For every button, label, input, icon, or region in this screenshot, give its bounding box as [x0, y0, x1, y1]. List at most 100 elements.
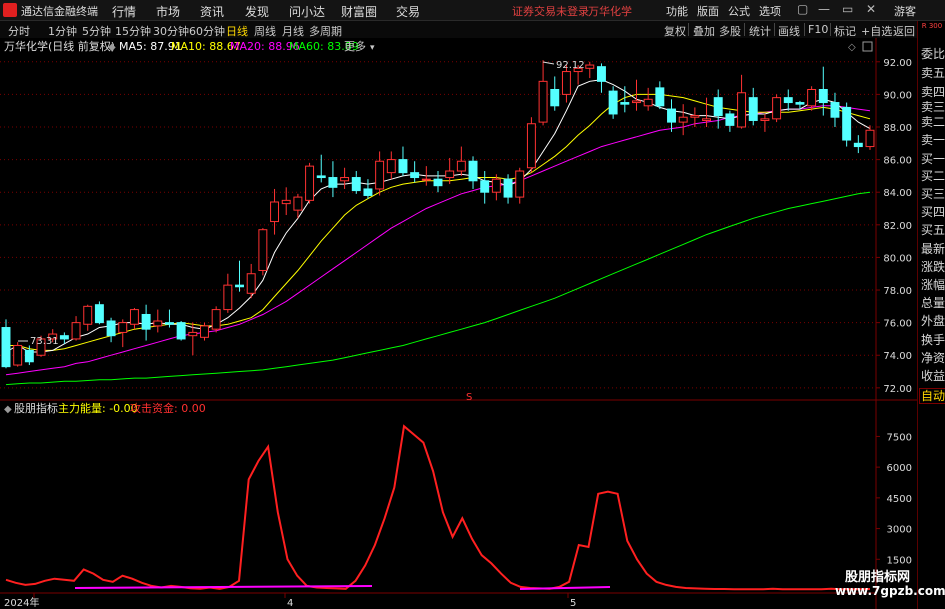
candle-body-down — [480, 180, 490, 193]
menu-quotes[interactable]: 行情 — [112, 3, 136, 20]
period-tab-daily[interactable]: 日线 — [226, 23, 248, 39]
side-item-ask4[interactable]: 卖四 — [921, 85, 945, 99]
side-item-bid-ratio[interactable]: 委比 — [921, 47, 945, 61]
side-item-ask3[interactable]: 卖三 — [921, 100, 945, 114]
close-icon[interactable]: ✕ — [866, 2, 876, 16]
candle-body-down — [596, 66, 606, 82]
candle-body-down — [176, 322, 186, 340]
candle-body-down — [363, 188, 373, 196]
side-item-bid1[interactable]: 买一 — [921, 152, 945, 166]
side-item-change-pct[interactable]: 涨幅 — [921, 278, 945, 292]
candle-body-down — [818, 88, 828, 104]
add-watchlist-button[interactable]: +自选 — [861, 23, 892, 39]
statistics-button[interactable]: 统计 — [749, 23, 771, 39]
current-stock-name: 万华化学 — [588, 5, 632, 18]
candle-body-down — [94, 304, 104, 324]
stock-title: 万华化学(日线 前复权) — [4, 39, 115, 53]
candle-body-up — [445, 170, 455, 179]
candle-body-up — [421, 178, 431, 181]
menu-market[interactable]: 市场 — [156, 3, 180, 20]
login-status[interactable]: 证券交易未登录 — [512, 3, 589, 19]
chevron-down-icon[interactable]: ▾ — [370, 43, 375, 53]
gear-icon[interactable]: ◆ — [108, 42, 116, 53]
guest-label[interactable]: 游客 — [894, 3, 916, 19]
candle-body-down — [667, 108, 676, 123]
draw-line-button[interactable]: 画线 — [778, 23, 800, 39]
side-item-outer[interactable]: 外盘 — [921, 314, 945, 328]
period-tab-weekly[interactable]: 周线 — [254, 23, 276, 39]
menu-options[interactable]: 选项 — [759, 3, 781, 19]
candle-body-down — [748, 97, 758, 121]
multi-stock-button[interactable]: 多股 — [719, 23, 741, 39]
side-item-bid2[interactable]: 买二 — [921, 169, 945, 183]
candle-body-up — [585, 64, 595, 69]
side-item-turnover[interactable]: 换手 — [921, 333, 945, 347]
candle-body-up — [456, 160, 466, 172]
chart-area[interactable]: 万华化学(日线 前复权) ◆ MA5: 87.91 MA10: 88.67 MA… — [0, 38, 917, 609]
more-button[interactable]: 更多 — [344, 39, 366, 53]
candle-body-down — [620, 102, 630, 105]
price-tick-label: 76.00 — [883, 319, 912, 330]
indicator-settings-icon[interactable]: ◆ — [4, 404, 12, 415]
side-item-earnings[interactable]: 收益 — [921, 369, 945, 383]
side-item-bid3[interactable]: 买三 — [921, 187, 945, 201]
candle-body-up — [515, 170, 525, 198]
diamond-icon[interactable]: ◇ — [848, 42, 856, 53]
period-tab-5min[interactable]: 5分钟 — [82, 23, 111, 39]
period-tab-monthly[interactable]: 月线 — [282, 23, 304, 39]
side-item-ask1[interactable]: 卖一 — [921, 133, 945, 147]
mark-button[interactable]: 标记 — [834, 23, 856, 39]
maximize-icon[interactable]: ▭ — [842, 2, 853, 16]
period-tab-30min[interactable]: 30分钟 — [153, 23, 189, 39]
side-item-volume[interactable]: 总量 — [921, 296, 945, 310]
side-item-bid4[interactable]: 买四 — [921, 205, 945, 219]
period-tab-multi[interactable]: 多周期 — [309, 23, 342, 39]
candle-body-down — [59, 335, 69, 340]
period-tab-intraday[interactable]: 分时 — [8, 23, 30, 39]
candle-body-up — [643, 98, 653, 107]
period-tab-60min[interactable]: 60分钟 — [189, 23, 225, 39]
candle-body-up — [188, 331, 198, 337]
menu-formula[interactable]: 公式 — [728, 3, 750, 19]
main-energy-legend: 主力能量: -0.00 — [58, 401, 138, 415]
adjust-button[interactable]: 复权 — [664, 23, 686, 39]
candle-body-up — [258, 229, 268, 271]
menu-functions[interactable]: 功能 — [666, 3, 688, 19]
auto-button[interactable]: 自动 — [919, 388, 945, 404]
app-name: 通达信金融终端 — [21, 5, 98, 18]
index-tag: R 300 — [921, 22, 943, 30]
candle-body-up — [293, 196, 303, 211]
menu-layout[interactable]: 版面 — [697, 3, 719, 19]
candle-body-down — [351, 177, 361, 192]
candle-body-up — [772, 97, 782, 120]
candle-body-down — [141, 313, 151, 330]
menu-trade[interactable]: 交易 — [396, 3, 420, 20]
candle-body-down — [316, 175, 326, 179]
side-item-net-assets[interactable]: 净资 — [921, 351, 945, 365]
candle — [176, 321, 186, 341]
candle-body-up — [526, 123, 536, 169]
menu-ask[interactable]: 问小达 — [289, 3, 325, 20]
f10-button[interactable]: F10 — [808, 23, 828, 36]
candle-body-down — [830, 102, 840, 118]
minimize-icon[interactable]: — — [818, 2, 830, 16]
side-item-ask2[interactable]: 卖二 — [921, 115, 945, 129]
side-item-ask5[interactable]: 卖五 — [921, 66, 945, 80]
side-item-latest[interactable]: 最新 — [921, 242, 945, 256]
period-tab-1min[interactable]: 1分钟 — [48, 23, 77, 39]
menu-news[interactable]: 资讯 — [200, 3, 224, 20]
x-label-april: 4 — [287, 598, 293, 609]
restore-icon[interactable]: ▢ — [797, 2, 808, 16]
back-button[interactable]: 返回 — [893, 23, 915, 39]
price-tick-label: 84.00 — [883, 188, 912, 199]
overlay-button[interactable]: 叠加 — [693, 23, 715, 39]
candle-body-up — [118, 322, 128, 333]
period-tab-15min[interactable]: 15分钟 — [115, 23, 151, 39]
side-item-bid5[interactable]: 买五 — [921, 223, 945, 237]
candle-body-down — [550, 88, 560, 107]
menu-discover[interactable]: 发现 — [245, 3, 269, 20]
side-item-change[interactable]: 涨跌 — [921, 260, 945, 274]
menu-wealth-circle[interactable]: 财富圈 — [341, 3, 377, 20]
low-price-label: 73.31 — [30, 336, 59, 347]
indicator-name[interactable]: 股朋指标 — [14, 401, 58, 415]
